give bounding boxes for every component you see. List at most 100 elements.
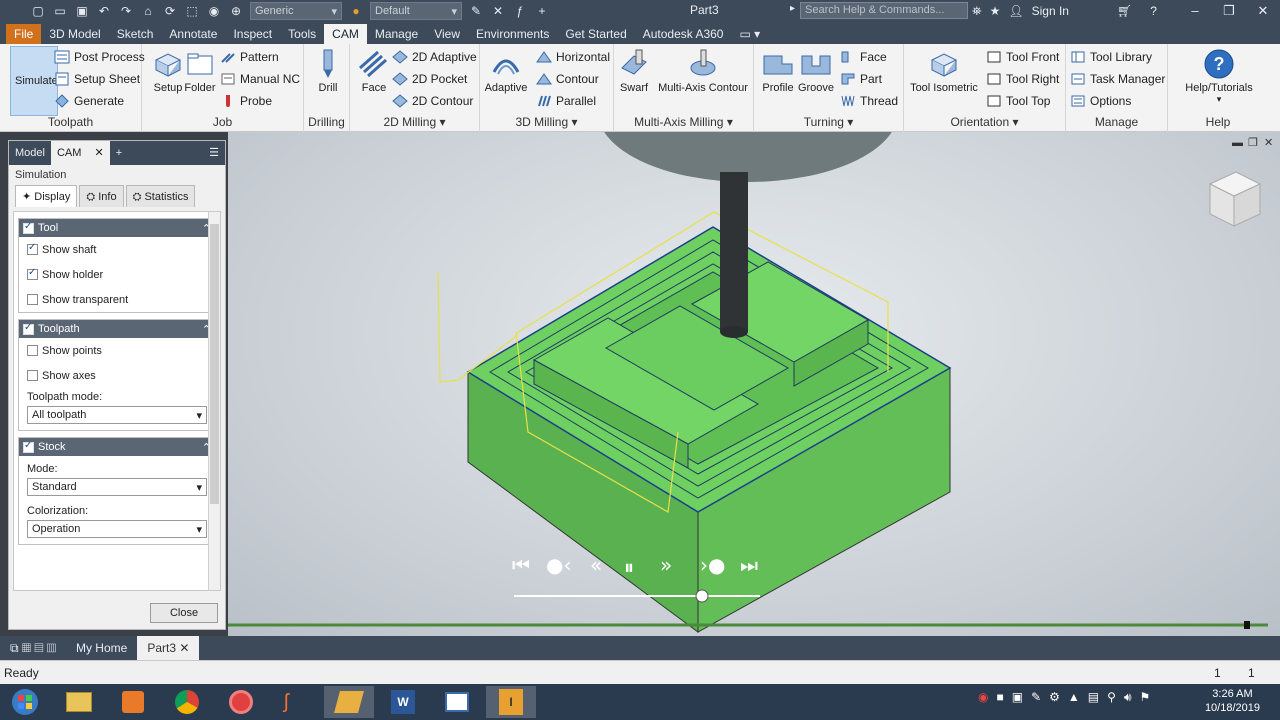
3d-viewport[interactable]: ▬ ❐ ✕ ⏮ ●‹ « ⏸ » ›● ⏭: [228, 132, 1280, 636]
colorization-select[interactable]: Operation ▾: [27, 520, 207, 538]
stock-mode-select[interactable]: Standard ▾: [27, 478, 207, 496]
record-icon[interactable]: ◉: [978, 690, 988, 705]
start-button[interactable]: [0, 686, 50, 718]
2d-adaptive-button[interactable]: 2D Adaptive: [392, 47, 477, 67]
show-transparent-checkbox[interactable]: [27, 294, 38, 305]
undo-icon[interactable]: ↶: [96, 4, 112, 18]
web-icon[interactable]: ⊕: [228, 4, 244, 18]
tab-inspect[interactable]: Inspect: [225, 24, 280, 44]
media-player-icon[interactable]: [108, 686, 158, 718]
binoculars-icon[interactable]: ⛯: [972, 4, 982, 19]
open-folder-icon[interactable]: ▭: [52, 4, 68, 18]
show-holder-checkbox[interactable]: [27, 267, 38, 280]
post-process-button[interactable]: Post Process: [54, 47, 145, 67]
more-tabs-icon[interactable]: ▭ ▾: [731, 24, 768, 44]
hamburger-menu-icon[interactable]: ☰: [203, 141, 225, 165]
show-points-checkbox[interactable]: [27, 345, 38, 356]
2d-contour-button[interactable]: 2D Contour: [392, 91, 473, 111]
minimize-icon[interactable]: –: [1178, 0, 1212, 22]
usb-icon[interactable]: ⚲: [1107, 690, 1116, 705]
toolpath-group-checkbox[interactable]: [23, 322, 34, 335]
sign-in-link[interactable]: Sign In: [1032, 4, 1069, 18]
tab-tools[interactable]: Tools: [280, 24, 324, 44]
fx-icon[interactable]: ƒ: [512, 4, 528, 18]
drill-button[interactable]: Drill: [304, 48, 352, 94]
clear-icon[interactable]: ✕: [490, 4, 506, 18]
show-axes-checkbox[interactable]: [27, 370, 38, 381]
fast-forward-icon[interactable]: »: [660, 553, 672, 577]
pause-icon[interactable]: ⏸: [624, 555, 634, 579]
close-tab-icon[interactable]: ✕: [94, 147, 103, 159]
doc-tab-my-home[interactable]: My Home: [66, 636, 137, 660]
search-input[interactable]: Search Help & Commands...: [800, 2, 968, 19]
simulate-button[interactable]: Simulate: [10, 46, 58, 116]
face-turning-button[interactable]: Face: [840, 47, 887, 67]
flag-icon[interactable]: ⚑: [1140, 690, 1151, 705]
tab-cam-browser[interactable]: CAM ✕: [50, 141, 110, 165]
folder-button[interactable]: Folder: [176, 48, 224, 94]
update-icon[interactable]: ⟳: [162, 4, 178, 18]
multi-axis-contour-button[interactable]: Multi-Axis Contour: [654, 48, 752, 94]
tool-top-button[interactable]: Tool Top: [986, 91, 1050, 111]
step-back-icon[interactable]: ●‹: [546, 553, 571, 577]
network-icon[interactable]: ▤: [1088, 690, 1099, 705]
show-shaft-checkbox[interactable]: [27, 242, 38, 255]
timeline-marker[interactable]: [1244, 621, 1250, 629]
close-button[interactable]: Close: [150, 603, 218, 623]
window-icon[interactable]: [432, 686, 482, 718]
tab-environments[interactable]: Environments: [468, 24, 557, 44]
stop-icon[interactable]: ■: [996, 690, 1003, 705]
help-tutorials-button[interactable]: ? Help/Tutorials ▾: [1174, 48, 1264, 105]
show-holder-option[interactable]: Show holder: [19, 262, 215, 287]
tool-group-checkbox[interactable]: [23, 221, 34, 234]
viewport-minimize-icon[interactable]: ▬: [1232, 137, 1243, 149]
tab-file[interactable]: File: [6, 24, 42, 44]
groove-button[interactable]: Groove: [794, 48, 838, 94]
probe-button[interactable]: Probe: [220, 91, 272, 111]
horizontal-button[interactable]: Horizontal: [536, 47, 610, 67]
swarf-button[interactable]: Swarf: [614, 48, 654, 94]
face-2d-button[interactable]: Face: [350, 48, 398, 94]
gear-icon[interactable]: ⚙: [1049, 690, 1060, 705]
stock-group-checkbox[interactable]: [23, 440, 34, 453]
viewport-restore-icon[interactable]: ❐: [1248, 137, 1258, 149]
stock-group-header[interactable]: Stock⌃: [19, 438, 215, 456]
tab-get-started[interactable]: Get Started: [557, 24, 634, 44]
rewind-icon[interactable]: «: [590, 553, 602, 577]
home-icon[interactable]: ⌂: [140, 4, 156, 18]
tile-icon[interactable]: ⧉ ▦ ▤ ▥: [0, 636, 66, 660]
tool-group-header[interactable]: Tool⌃: [19, 219, 215, 237]
doc-tab-part3[interactable]: Part3 ✕: [137, 636, 200, 660]
volume-icon[interactable]: 🔊︎: [1124, 690, 1132, 705]
generate-button[interactable]: Generate: [54, 91, 124, 111]
expand-icon[interactable]: ▸: [790, 3, 795, 14]
camera-icon[interactable]: ▣: [1012, 690, 1023, 705]
close-icon[interactable]: ✕: [1246, 0, 1280, 22]
scrollbar-thumb[interactable]: [210, 224, 219, 504]
tab-manage[interactable]: Manage: [367, 24, 426, 44]
contour-button[interactable]: Contour: [536, 69, 599, 89]
select-icon[interactable]: ⬚: [184, 4, 200, 18]
show-transparent-option[interactable]: Show transparent: [19, 287, 215, 312]
panel-multi-axis-title[interactable]: Multi-Axis Milling ▾: [614, 114, 753, 130]
recorder-icon[interactable]: [216, 686, 266, 718]
tray-expand-icon[interactable]: ▲: [1068, 690, 1080, 705]
panel-turning-title[interactable]: Turning ▾: [754, 114, 903, 130]
thread-button[interactable]: Thread: [840, 91, 898, 111]
show-points-option[interactable]: Show points: [19, 338, 215, 363]
cart-icon[interactable]: 🛒︎: [1117, 4, 1132, 18]
tab-sketch[interactable]: Sketch: [109, 24, 162, 44]
subtab-info[interactable]: ⛭ Info: [79, 185, 124, 207]
tab-cam[interactable]: CAM: [324, 24, 367, 44]
tab-3d-model[interactable]: 3D Model: [41, 24, 108, 44]
redo-icon[interactable]: ↷: [118, 4, 134, 18]
new-file-icon[interactable]: ▢: [30, 4, 46, 18]
restore-icon[interactable]: ❐: [1212, 0, 1246, 22]
step-forward-icon[interactable]: ›●: [700, 553, 725, 577]
viewport-close-icon[interactable]: ✕: [1264, 137, 1273, 149]
pen-icon[interactable]: ✎: [1031, 690, 1041, 705]
show-shaft-option[interactable]: Show shaft: [19, 237, 215, 262]
part-button[interactable]: Part: [840, 69, 882, 89]
skip-start-icon[interactable]: ⏮: [512, 553, 530, 577]
inventor-cam-icon[interactable]: [324, 686, 374, 718]
